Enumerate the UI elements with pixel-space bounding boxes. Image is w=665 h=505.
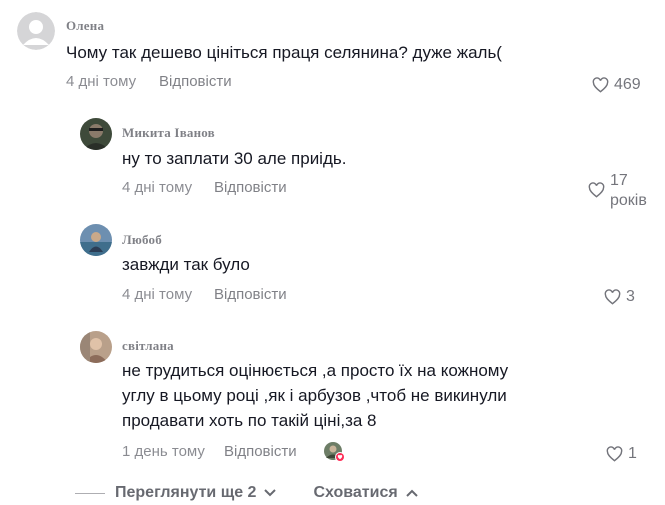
comment-text-line: не трудиться оцінюється ,а просто їх на … [122,361,509,380]
view-more-replies-button[interactable]: Переглянути ще 2 [115,484,277,502]
heart-icon [592,77,609,93]
comment-timestamp: 1 день тому [122,443,205,460]
divider [75,492,105,494]
comment-text: завжди так було [122,255,250,274]
comment-username[interactable]: Любоб [122,232,162,248]
comment-text: ну то заплати 30 але приідь. [122,149,347,168]
comment-timestamp: 4 дні тому [122,286,193,303]
like-count: 17 років [610,172,647,209]
like-count: 469 [614,76,641,93]
comment-text: Чому так дешево цініться праця селянина?… [66,43,502,62]
like-count: 1 [628,445,637,462]
comment-text: не трудиться оцінюється ,а просто їх на … [122,358,508,433]
heart-icon [588,182,605,198]
comment-timestamp: 4 дні тому [66,73,137,90]
comment-text-line: продавати хоть по такій ціні,за 8 [122,411,377,430]
chevron-up-icon [406,489,418,497]
heart-icon [606,446,623,462]
replies-footer: Переглянути ще 2 Сховатися [75,482,665,504]
creator-liked-badge-icon [323,441,345,462]
reply-button[interactable]: Відповісти [224,443,297,460]
hide-replies-button[interactable]: Сховатися [313,484,418,502]
user-avatar[interactable] [80,224,112,256]
reply-button[interactable]: Відповісти [214,286,287,303]
user-avatar[interactable] [80,118,112,150]
heart-icon [604,289,621,305]
hide-label: Сховатися [313,484,398,501]
comment-username[interactable]: світлана [122,338,174,354]
like-button[interactable]: 469 [592,75,641,95]
user-avatar[interactable] [80,331,112,363]
like-count: 3 [626,288,635,305]
chevron-down-icon [264,489,277,497]
reply-button[interactable]: Відповісти [214,179,287,196]
view-more-label: Переглянути ще 2 [115,484,257,501]
reply-button[interactable]: Відповісти [159,73,232,90]
comment-text-line: углу в цьому році ,як і арбузов ,чтоб не… [122,386,507,405]
comment-timestamp: 4 дні тому [122,179,193,196]
comment-username[interactable]: Микита Іванов [122,125,215,141]
like-button[interactable]: 3 [604,287,635,307]
like-button[interactable]: 17 років [588,171,650,211]
default-avatar-icon[interactable] [17,12,55,50]
like-button[interactable]: 1 [606,444,637,464]
comment-username[interactable]: Олена [66,18,104,34]
